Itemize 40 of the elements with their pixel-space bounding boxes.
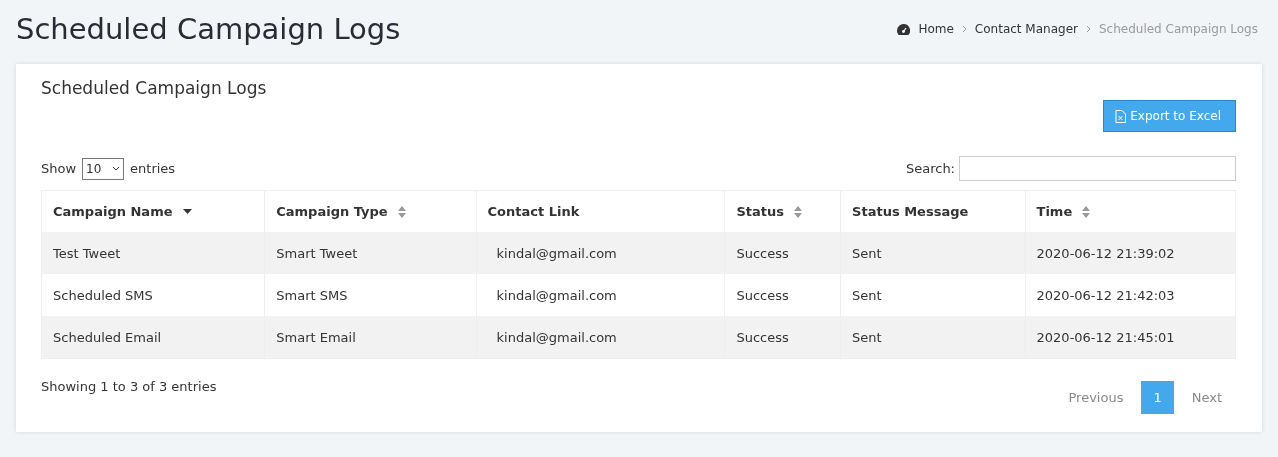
table-cell: kindal@gmail.com bbox=[476, 316, 725, 359]
entries-label: entries bbox=[130, 161, 176, 176]
search-field[interactable] bbox=[959, 156, 1236, 181]
table-cell: Sent bbox=[840, 232, 1026, 274]
chevron-right-icon bbox=[1085, 25, 1091, 33]
chevron-down-icon bbox=[112, 166, 121, 171]
table-cell: Smart Tweet bbox=[264, 232, 477, 274]
breadcrumb-link[interactable]: Contact Manager bbox=[974, 22, 1078, 36]
table-info: Showing 1 to 3 of 3 entries bbox=[41, 379, 217, 394]
search-label: Search: bbox=[905, 161, 955, 176]
table-cell: kindal@gmail.com bbox=[476, 274, 725, 316]
table-cell: 2020-06-12 21:39:02 bbox=[1025, 232, 1236, 274]
table-cell: Success bbox=[724, 274, 841, 316]
table-cell: 2020-06-12 21:42:03 bbox=[1025, 274, 1236, 316]
table-cell: Scheduled Email bbox=[41, 316, 265, 359]
table-cell: Smart SMS bbox=[264, 274, 477, 316]
next-link[interactable]: Next bbox=[1177, 381, 1236, 414]
page-title: Scheduled Campaign Logs bbox=[16, 12, 401, 46]
table-cell: Smart Email bbox=[264, 316, 477, 359]
table-cell: Success bbox=[724, 316, 841, 359]
sort-icon bbox=[397, 205, 406, 218]
breadcrumb-current: Scheduled Campaign Logs bbox=[1098, 22, 1258, 36]
table-cell: Test Tweet bbox=[41, 232, 265, 274]
entries-select[interactable]: 10 bbox=[82, 157, 125, 180]
show-label: Show bbox=[41, 161, 77, 176]
table-cell: 2020-06-12 21:45:01 bbox=[1025, 316, 1236, 359]
breadcrumb-link[interactable]: Home bbox=[918, 22, 954, 36]
chevron-right-icon bbox=[961, 25, 967, 33]
table-cell: kindal@gmail.com bbox=[476, 232, 725, 274]
spreadsheet-file-icon bbox=[1115, 109, 1127, 123]
sort-icon bbox=[794, 205, 802, 218]
card-title: Scheduled Campaign Logs bbox=[41, 78, 268, 98]
table-cell: Sent bbox=[840, 274, 1026, 316]
table-cell: Scheduled SMS bbox=[41, 274, 265, 316]
dashboard-icon bbox=[897, 23, 911, 35]
previous-link[interactable]: Previous bbox=[1054, 381, 1138, 414]
sort-icon bbox=[1082, 205, 1091, 218]
sort-descending-icon bbox=[182, 209, 192, 214]
table-cell: Sent bbox=[840, 316, 1026, 359]
table-cell: Success bbox=[724, 232, 841, 274]
